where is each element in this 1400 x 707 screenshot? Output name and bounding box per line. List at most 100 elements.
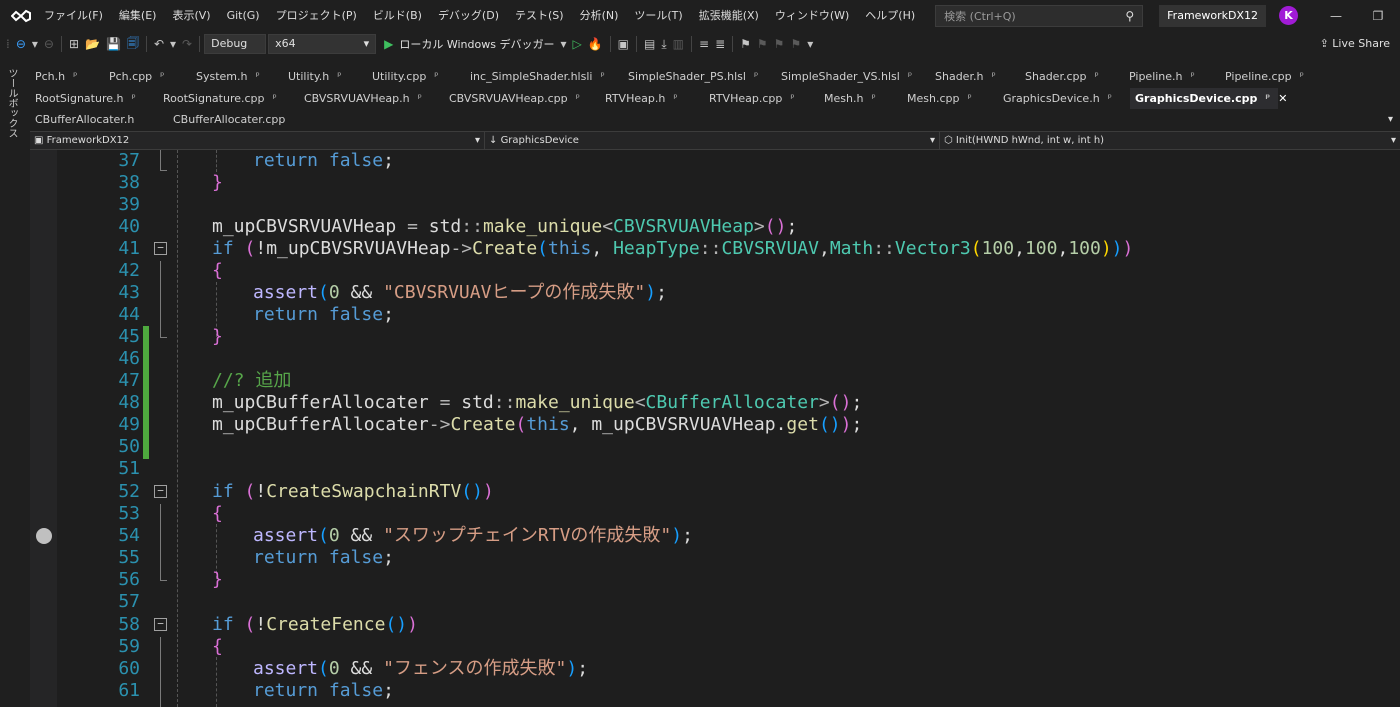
tab-simpleshader-ps[interactable]: SimpleShader_PS.hlsl ᵖ — [623, 66, 776, 87]
bookmark-clear-icon[interactable]: ⚑ — [790, 37, 801, 51]
menu-help[interactable]: ヘルプ(H) — [857, 0, 923, 32]
tab-shader-cpp[interactable]: Shader.cpp ᵖ — [1020, 66, 1124, 87]
code-editor[interactable]: 37 return false; 38 } 39 40 m_upCBVSRVUA… — [30, 150, 1400, 707]
browse-icon[interactable]: ▣ — [618, 37, 629, 51]
pin-icon[interactable]: ᵖ — [871, 88, 875, 109]
live-share-button[interactable]: ⇪ Live Share — [1320, 32, 1390, 56]
bookmark-icon[interactable]: ⚑ — [740, 37, 751, 51]
collapse-icon[interactable]: − — [154, 618, 167, 631]
pin-icon[interactable]: ᵖ — [131, 88, 135, 109]
menu-debug[interactable]: デバッグ(D) — [430, 0, 507, 32]
pin-icon[interactable]: ᵖ — [991, 66, 995, 87]
pin-icon[interactable]: ᵖ — [337, 66, 341, 87]
tab-simpleshader-vs[interactable]: SimpleShader_VS.hlsl ᵖ — [776, 66, 930, 87]
tab-graphicsdevice-cpp[interactable]: GraphicsDevice.cpp ᵖ ✕ — [1130, 88, 1287, 109]
menu-git[interactable]: Git(G) — [219, 0, 268, 32]
tab-cbufferallocater-h[interactable]: CBufferAllocater.h — [30, 109, 168, 130]
tab-pipeline-h[interactable]: Pipeline.h ᵖ — [1124, 66, 1220, 87]
save-all-icon[interactable]: 🗐 — [127, 34, 139, 55]
pin-icon[interactable]: ᵖ — [754, 66, 758, 87]
bookmark-next-icon[interactable]: ⚑ — [774, 37, 785, 51]
menu-test[interactable]: テスト(S) — [507, 0, 572, 32]
tab-rootsignature-h[interactable]: RootSignature.h ᵖ — [30, 88, 158, 109]
new-project-icon[interactable]: ⊞ — [69, 37, 79, 51]
scope-dropdown[interactable]: ↓ GraphicsDevice ▾ — [485, 132, 940, 149]
chevron-down-icon[interactable]: ▾ — [32, 37, 38, 51]
pin-icon[interactable]: ᵖ — [434, 66, 438, 87]
tab-cbvsrvuavheap-cpp[interactable]: CBVSRVUAVHeap.cpp ᵖ — [444, 88, 600, 109]
tab-rtvheap-cpp[interactable]: RTVHeap.cpp ᵖ — [704, 88, 819, 109]
pin-icon[interactable]: ᵖ — [600, 66, 604, 87]
pin-icon[interactable]: ᵖ — [1300, 66, 1304, 87]
search-input[interactable]: 検索 (Ctrl+Q) ⚲ — [935, 5, 1144, 27]
menu-window[interactable]: ウィンドウ(W) — [767, 0, 857, 32]
menu-analyze[interactable]: 分析(N) — [572, 0, 627, 32]
platform-dropdown[interactable]: x64 ▾ — [268, 34, 377, 54]
tab-graphicsdevice-h[interactable]: GraphicsDevice.h ᵖ — [998, 88, 1130, 109]
tab-shader-h[interactable]: Shader.h ᵖ — [930, 66, 1020, 87]
pin-icon[interactable]: ᵖ — [673, 88, 677, 109]
pin-icon[interactable]: ᵖ — [256, 66, 260, 87]
menu-view[interactable]: 表示(V) — [164, 0, 218, 32]
visual-studio-logo-icon[interactable] — [6, 0, 36, 32]
open-folder-icon[interactable]: 📂 — [85, 37, 100, 51]
tab-rootsignature-cpp[interactable]: RootSignature.cpp ᵖ — [158, 88, 299, 109]
start-without-debugging-icon[interactable]: ▷ — [572, 37, 581, 51]
start-debugging-button[interactable]: ローカル Windows デバッガー — [399, 36, 554, 52]
bookmark-toggle-icon[interactable]: ▥ — [673, 37, 684, 51]
solution-name-badge[interactable]: FrameworkDX12 — [1159, 5, 1267, 27]
pin-icon[interactable]: ᵖ — [1265, 88, 1270, 109]
member-dropdown[interactable]: ⬡ Init(HWND hWnd, int w, int h) ▾ — [940, 132, 1400, 149]
tab-system-h[interactable]: System.h ᵖ — [191, 66, 283, 87]
play-icon[interactable]: ▶ — [384, 37, 393, 51]
menu-extensions[interactable]: 拡張機能(X) — [691, 0, 767, 32]
tab-pipeline-cpp[interactable]: Pipeline.cpp ᵖ — [1220, 66, 1324, 87]
tab-overflow-icon[interactable]: ▾ — [1388, 114, 1393, 125]
menu-project[interactable]: プロジェクト(P) — [268, 0, 365, 32]
pin-icon[interactable]: ᵖ — [273, 88, 277, 109]
chevron-down-icon[interactable]: ▾ — [560, 37, 566, 51]
chevron-down-icon[interactable]: ▾ — [807, 37, 813, 51]
tab-utility-cpp[interactable]: Utility.cpp ᵖ — [367, 66, 465, 87]
project-dropdown[interactable]: ▣ FrameworkDX12 ▾ — [30, 132, 485, 149]
tab-rtvheap-h[interactable]: RTVHeap.h ᵖ — [600, 88, 704, 109]
menu-tools[interactable]: ツール(T) — [626, 0, 690, 32]
search-icon[interactable]: ⚲ — [1125, 9, 1134, 23]
save-icon[interactable]: 💾 — [106, 37, 121, 51]
menu-edit[interactable]: 編集(E) — [111, 0, 165, 32]
pin-icon[interactable]: ᵖ — [1191, 66, 1195, 87]
tab-pch-h[interactable]: Pch.h ᵖ — [30, 66, 104, 87]
pin-icon[interactable]: ᵖ — [1108, 88, 1112, 109]
pin-icon[interactable]: ᵖ — [967, 88, 971, 109]
redo-icon[interactable]: ↷ — [182, 37, 192, 51]
menu-build[interactable]: ビルド(B) — [365, 0, 430, 32]
step-icon[interactable]: ⤓ — [661, 37, 666, 52]
restore-icon[interactable]: ❐ — [1358, 0, 1398, 32]
navigate-back-icon[interactable]: ⊖ — [16, 37, 26, 51]
pin-icon[interactable]: ᵖ — [160, 66, 164, 87]
tab-cbvsrvuavheap-h[interactable]: CBVSRVUAVHeap.h ᵖ — [299, 88, 444, 109]
uncomment-icon[interactable]: ≣ — [715, 37, 725, 51]
minimize-icon[interactable]: — — [1316, 0, 1356, 32]
close-icon[interactable]: ✕ — [1278, 88, 1287, 109]
pin-icon[interactable]: ᵖ — [908, 66, 912, 87]
comment-icon[interactable]: ≡ — [699, 37, 709, 51]
pin-icon[interactable]: ᵖ — [576, 88, 580, 109]
undo-icon[interactable]: ↶ — [154, 37, 164, 51]
window-layout-icon[interactable]: ▤ — [644, 37, 655, 51]
tab-mesh-cpp[interactable]: Mesh.cpp ᵖ — [902, 88, 998, 109]
tab-inc-simpleshader-hlsli[interactable]: inc_SimpleShader.hlsli ᵖ — [465, 66, 623, 87]
bookmark-prev-icon[interactable]: ⚑ — [757, 37, 768, 51]
pin-icon[interactable]: ᵖ — [73, 66, 77, 87]
toolbox-strip[interactable]: ツールボックス — [0, 66, 20, 707]
pin-icon[interactable]: ᵖ — [790, 88, 794, 109]
pin-icon[interactable]: ᵖ — [1094, 66, 1098, 87]
avatar[interactable]: K — [1279, 6, 1298, 25]
collapse-icon[interactable]: − — [154, 485, 167, 498]
solution-config-dropdown[interactable]: Debug — [204, 34, 267, 54]
tab-pch-cpp[interactable]: Pch.cpp ᵖ — [104, 66, 191, 87]
menu-file[interactable]: ファイル(F) — [36, 0, 111, 32]
tab-mesh-h[interactable]: Mesh.h ᵖ — [819, 88, 902, 109]
navigate-forward-icon[interactable]: ⊖ — [44, 37, 54, 51]
chevron-down-icon[interactable]: ▾ — [170, 37, 176, 51]
